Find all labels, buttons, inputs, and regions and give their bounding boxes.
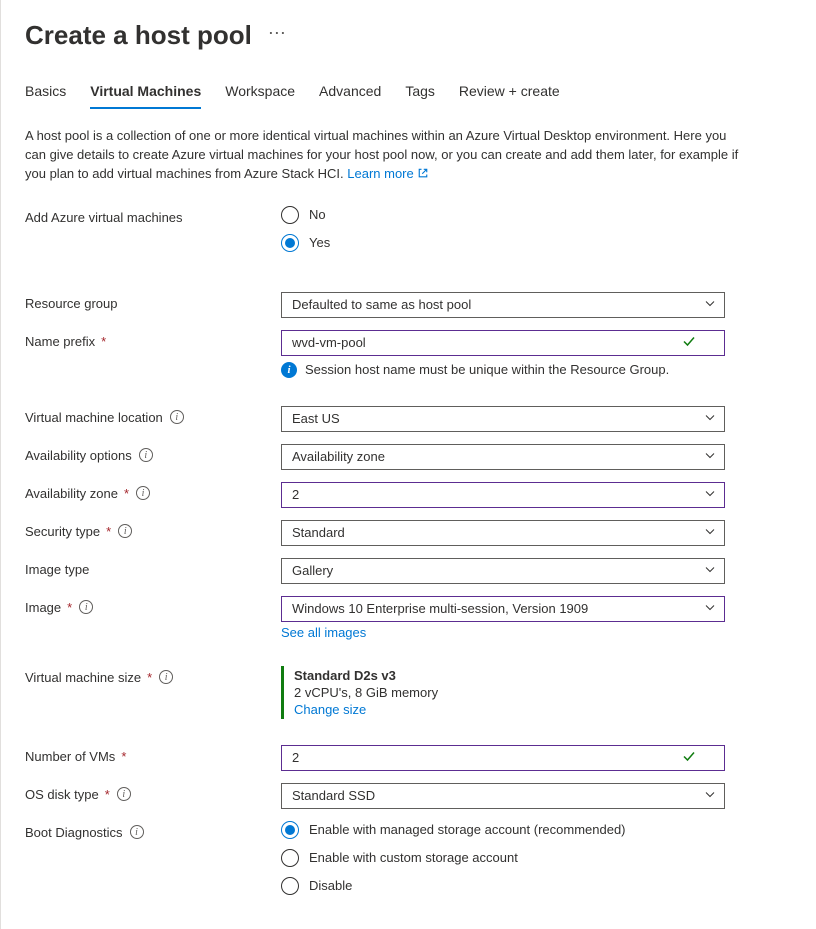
info-icon[interactable]: i xyxy=(130,825,144,839)
info-icon[interactable]: i xyxy=(79,600,93,614)
required-indicator: * xyxy=(106,524,111,539)
chevron-down-icon xyxy=(704,487,716,502)
radio-icon xyxy=(281,877,299,895)
radio-icon xyxy=(281,849,299,867)
info-icon[interactable]: i xyxy=(159,670,173,684)
external-link-icon xyxy=(417,167,429,179)
image-label: Image xyxy=(25,600,61,615)
dropdown-value: Standard xyxy=(292,525,696,540)
radio-icon xyxy=(281,206,299,224)
radio-label: No xyxy=(309,207,326,222)
dropdown-value: East US xyxy=(292,411,696,426)
add-vms-radio-no[interactable]: No xyxy=(281,206,725,224)
dropdown-value: 2 xyxy=(292,487,696,502)
tabs-container: Basics Virtual Machines Workspace Advanc… xyxy=(25,83,792,109)
name-prefix-label: Name prefix xyxy=(25,334,95,349)
chevron-down-icon xyxy=(704,411,716,426)
required-indicator: * xyxy=(147,670,152,685)
info-icon[interactable]: i xyxy=(118,524,132,538)
radio-icon xyxy=(281,234,299,252)
vm-size-title: Standard D2s v3 xyxy=(294,668,725,683)
vm-location-label: Virtual machine location xyxy=(25,410,163,425)
os-disk-type-label: OS disk type xyxy=(25,787,99,802)
availability-zone-label: Availability zone xyxy=(25,486,118,501)
dropdown-value: Windows 10 Enterprise multi-session, Ver… xyxy=(292,601,696,616)
boot-diagnostics-radio-group: Enable with managed storage account (rec… xyxy=(281,821,725,895)
radio-label: Enable with managed storage account (rec… xyxy=(309,822,626,837)
radio-label: Disable xyxy=(309,878,352,893)
required-indicator: * xyxy=(67,600,72,615)
check-icon xyxy=(682,334,696,351)
chevron-down-icon xyxy=(704,601,716,616)
boot-diagnostics-radio-managed[interactable]: Enable with managed storage account (rec… xyxy=(281,821,725,839)
link-text: Learn more xyxy=(347,166,413,181)
dropdown-value: Availability zone xyxy=(292,449,696,464)
tab-basics[interactable]: Basics xyxy=(25,83,66,109)
learn-more-link[interactable]: Learn more xyxy=(347,166,429,181)
tab-advanced[interactable]: Advanced xyxy=(319,83,381,109)
vm-size-info: Standard D2s v3 2 vCPU's, 8 GiB memory C… xyxy=(281,666,725,719)
add-vms-radio-yes[interactable]: Yes xyxy=(281,234,725,252)
chevron-down-icon xyxy=(704,563,716,578)
input-value: wvd-vm-pool xyxy=(292,335,696,350)
dropdown-value: Defaulted to same as host pool xyxy=(292,297,696,312)
info-icon[interactable]: i xyxy=(136,486,150,500)
num-vms-label: Number of VMs xyxy=(25,749,115,764)
info-text: Session host name must be unique within … xyxy=(305,362,669,377)
description-text: A host pool is a collection of one or mo… xyxy=(25,127,745,184)
add-vms-radio-group: No Yes xyxy=(281,206,725,252)
page-title: Create a host pool xyxy=(25,20,252,51)
input-value: 2 xyxy=(292,750,696,765)
chevron-down-icon xyxy=(704,297,716,312)
chevron-down-icon xyxy=(704,788,716,803)
tab-review-create[interactable]: Review + create xyxy=(459,83,560,109)
info-icon[interactable]: i xyxy=(170,410,184,424)
tab-workspace[interactable]: Workspace xyxy=(225,83,295,109)
radio-label: Enable with custom storage account xyxy=(309,850,518,865)
check-icon xyxy=(682,749,696,766)
info-icon[interactable]: i xyxy=(139,448,153,462)
image-type-label: Image type xyxy=(25,562,89,577)
image-type-dropdown[interactable]: Gallery xyxy=(281,558,725,584)
info-icon: i xyxy=(281,362,297,378)
see-all-images-link[interactable]: See all images xyxy=(281,625,366,640)
os-disk-type-dropdown[interactable]: Standard SSD xyxy=(281,783,725,809)
boot-diagnostics-radio-custom[interactable]: Enable with custom storage account xyxy=(281,849,725,867)
add-vms-label: Add Azure virtual machines xyxy=(25,210,183,225)
vm-size-details: 2 vCPU's, 8 GiB memory xyxy=(294,685,725,700)
boot-diagnostics-radio-disable[interactable]: Disable xyxy=(281,877,725,895)
image-dropdown[interactable]: Windows 10 Enterprise multi-session, Ver… xyxy=(281,596,725,622)
chevron-down-icon xyxy=(704,449,716,464)
availability-options-label: Availability options xyxy=(25,448,132,463)
resource-group-label: Resource group xyxy=(25,296,118,311)
name-prefix-input[interactable]: wvd-vm-pool xyxy=(281,330,725,356)
radio-icon xyxy=(281,821,299,839)
required-indicator: * xyxy=(124,486,129,501)
chevron-down-icon xyxy=(704,525,716,540)
required-indicator: * xyxy=(121,749,126,764)
name-prefix-info: i Session host name must be unique withi… xyxy=(281,362,725,378)
dropdown-value: Standard SSD xyxy=(292,788,696,803)
vm-size-label: Virtual machine size xyxy=(25,670,141,685)
security-type-dropdown[interactable]: Standard xyxy=(281,520,725,546)
more-actions-icon[interactable]: ⋯ xyxy=(268,23,288,48)
availability-zone-dropdown[interactable]: 2 xyxy=(281,482,725,508)
security-type-label: Security type xyxy=(25,524,100,539)
vm-location-dropdown[interactable]: East US xyxy=(281,406,725,432)
boot-diagnostics-label: Boot Diagnostics xyxy=(25,825,123,840)
tab-tags[interactable]: Tags xyxy=(405,83,435,109)
info-icon[interactable]: i xyxy=(117,787,131,801)
num-vms-input[interactable]: 2 xyxy=(281,745,725,771)
dropdown-value: Gallery xyxy=(292,563,696,578)
resource-group-dropdown[interactable]: Defaulted to same as host pool xyxy=(281,292,725,318)
radio-label: Yes xyxy=(309,235,330,250)
availability-options-dropdown[interactable]: Availability zone xyxy=(281,444,725,470)
required-indicator: * xyxy=(105,787,110,802)
required-indicator: * xyxy=(101,334,106,349)
change-size-link[interactable]: Change size xyxy=(294,702,725,717)
tab-virtual-machines[interactable]: Virtual Machines xyxy=(90,83,201,109)
